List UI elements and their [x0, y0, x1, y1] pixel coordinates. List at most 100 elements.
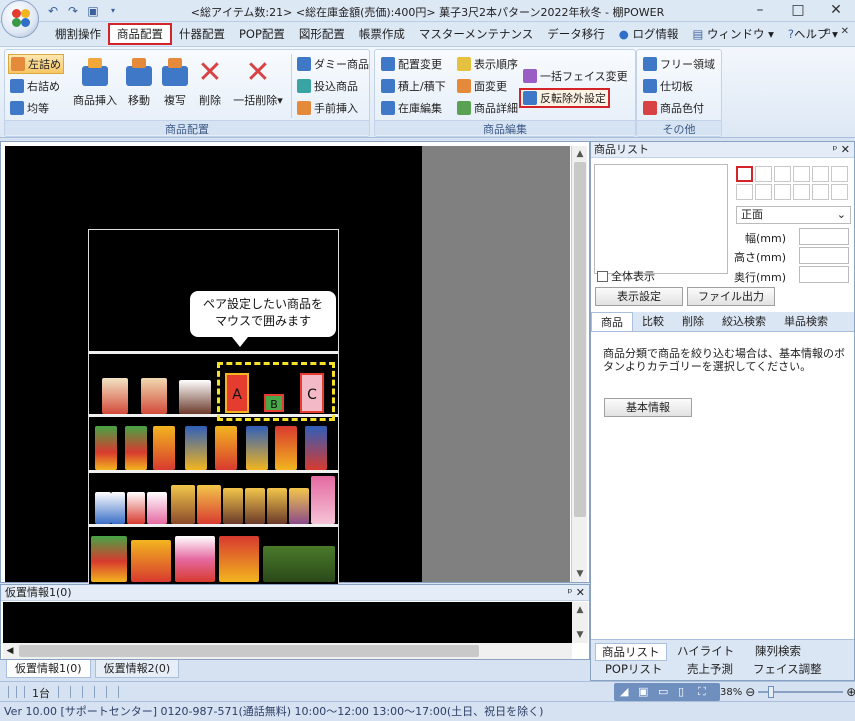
product-box[interactable]: [147, 492, 167, 524]
partition-button[interactable]: 仕切板: [641, 76, 695, 96]
scroll-up-icon[interactable]: ▲: [572, 602, 588, 618]
product-box[interactable]: [102, 378, 128, 414]
tab-single-search[interactable]: 単品検索: [775, 312, 837, 331]
tab-filter-search[interactable]: 絞込検索: [713, 312, 775, 331]
product-pretz[interactable]: [185, 426, 207, 470]
product-pretz[interactable]: [275, 426, 297, 470]
bulk-face-change-button[interactable]: 一括フェイス変更: [521, 66, 630, 86]
file-output-button[interactable]: ファイル出力: [687, 287, 775, 306]
tab-product-placement[interactable]: 商品配置: [108, 23, 172, 45]
undo-icon[interactable]: ↶: [46, 4, 60, 18]
fit-icon[interactable]: ◢: [620, 685, 628, 698]
product-box[interactable]: [223, 488, 243, 524]
product-pretz[interactable]: [91, 536, 127, 582]
stock-edit-button[interactable]: 在庫編集: [379, 98, 444, 118]
left-align-button[interactable]: 左詰め: [8, 54, 64, 74]
tab-shape-placement[interactable]: 図形配置: [292, 23, 352, 45]
face-select[interactable]: 正面 ⌄: [736, 206, 851, 224]
product-pretz[interactable]: [153, 426, 175, 470]
face-grid-cell[interactable]: [831, 166, 848, 182]
free-area-button[interactable]: フリー領域: [641, 54, 717, 74]
display-settings-button[interactable]: 表示設定: [595, 287, 683, 306]
tab-product-list[interactable]: 商品リスト: [595, 643, 667, 661]
tab-kari-1[interactable]: 仮置情報1(0): [6, 660, 91, 678]
show-all-checkbox[interactable]: 全体表示: [597, 268, 655, 284]
tab-fixture-placement[interactable]: 什器配置: [172, 23, 232, 45]
face-grid-cell[interactable]: [812, 166, 829, 182]
scroll-down-icon[interactable]: ▼: [572, 627, 588, 643]
zoom-out-icon[interactable]: ⊖: [745, 685, 755, 699]
scroll-left-icon[interactable]: ◀: [3, 643, 17, 659]
tab-pop-list[interactable]: POPリスト: [599, 661, 668, 677]
tab-deleted[interactable]: 削除: [673, 312, 713, 331]
product-box[interactable]: [197, 485, 221, 524]
dummy-product-button[interactable]: ダミー商品: [295, 54, 371, 74]
product-box[interactable]: [127, 492, 145, 524]
zoom-slider[interactable]: [758, 686, 844, 698]
right-align-button[interactable]: 右詰め: [8, 76, 62, 96]
product-box[interactable]: [171, 485, 195, 524]
reverse-exclude-button[interactable]: 反転除外設定: [519, 88, 610, 108]
horizontal-scrollbar[interactable]: ◀: [3, 643, 572, 659]
tab-sales-forecast[interactable]: 売上予測: [681, 661, 739, 677]
tab-report[interactable]: 帳票作成: [352, 23, 412, 45]
tab-highlight[interactable]: ハイライト: [671, 643, 740, 659]
face-grid-cell[interactable]: [774, 184, 791, 200]
product-box[interactable]: [179, 380, 211, 414]
height-field[interactable]: [799, 247, 849, 264]
temporary-vertical-scrollbar[interactable]: ▲ ▼: [572, 602, 588, 643]
maximize-button[interactable]: □: [779, 0, 817, 22]
product-box[interactable]: [289, 488, 309, 524]
temporary-placement-area[interactable]: [3, 602, 572, 643]
product-box[interactable]: [95, 492, 111, 524]
face-grid-cell[interactable]: [736, 166, 753, 182]
front-insert-button[interactable]: 手前挿入: [295, 98, 360, 118]
face-grid-cell[interactable]: [774, 166, 791, 182]
product-tag-c[interactable]: C: [300, 373, 324, 413]
product-pretz[interactable]: [95, 426, 117, 470]
product-pretz[interactable]: [125, 426, 147, 470]
tab-pop-placement[interactable]: POP配置: [232, 23, 292, 45]
workspace-vertical-scrollbar[interactable]: ▲ ▼: [571, 146, 587, 582]
product-pocky[interactable]: [175, 536, 215, 582]
equal-button[interactable]: 均等: [8, 98, 51, 118]
insert-product-button[interactable]: 商品挿入: [71, 58, 119, 108]
tab-master-maintenance[interactable]: マスターメンテナンス: [412, 23, 540, 45]
fullscreen-icon[interactable]: ⛶: [698, 685, 706, 699]
product-pretz[interactable]: [246, 426, 268, 470]
face-grid-cell[interactable]: [755, 166, 772, 182]
change-placement-button[interactable]: 配置変更: [379, 54, 444, 74]
copy-button[interactable]: 複写: [157, 58, 193, 108]
tab-data-migration[interactable]: データ移行: [540, 23, 612, 45]
face-grid-cell[interactable]: [755, 184, 772, 200]
save-icon[interactable]: ▣: [86, 4, 100, 18]
width-field[interactable]: [799, 228, 849, 245]
tab-display-search[interactable]: 陳列検索: [749, 643, 807, 659]
scroll-thumb[interactable]: [19, 645, 479, 657]
tab-face-adjust[interactable]: フェイス調整: [747, 661, 828, 677]
product-box[interactable]: [245, 488, 265, 524]
product-pretz[interactable]: [305, 426, 327, 470]
face-grid-cell[interactable]: [793, 166, 810, 182]
product-detail-button[interactable]: 商品詳細: [455, 98, 520, 118]
tab-window[interactable]: ▤ ウィンドウ ▾: [685, 23, 780, 45]
bulk-delete-button[interactable]: ✕ 一括削除▾: [229, 58, 287, 108]
product-pocky[interactable]: [219, 536, 259, 582]
face-change-button[interactable]: 面変更: [455, 76, 509, 96]
throw-in-button[interactable]: 投込商品: [295, 76, 360, 96]
face-grid-cell[interactable]: [793, 184, 810, 200]
zoom-slider-thumb[interactable]: [768, 686, 775, 698]
minimize-button[interactable]: –: [741, 0, 779, 22]
mdi-close-button[interactable]: ✕: [841, 26, 849, 37]
product-pretz[interactable]: [131, 540, 171, 582]
scroll-down-icon[interactable]: ▼: [572, 566, 588, 582]
display-order-button[interactable]: 表示順序: [455, 54, 520, 74]
view-width-icon[interactable]: ▭: [658, 685, 668, 698]
tab-kari-2[interactable]: 仮置情報2(0): [94, 660, 180, 678]
view-height-icon[interactable]: ▯: [678, 685, 684, 698]
face-grid-cell[interactable]: [831, 184, 848, 200]
mdi-minimize-button[interactable]: -: [810, 26, 814, 37]
product-box[interactable]: [141, 378, 167, 414]
scroll-up-icon[interactable]: ▲: [572, 146, 588, 162]
app-menu-icon[interactable]: [1, 0, 39, 38]
